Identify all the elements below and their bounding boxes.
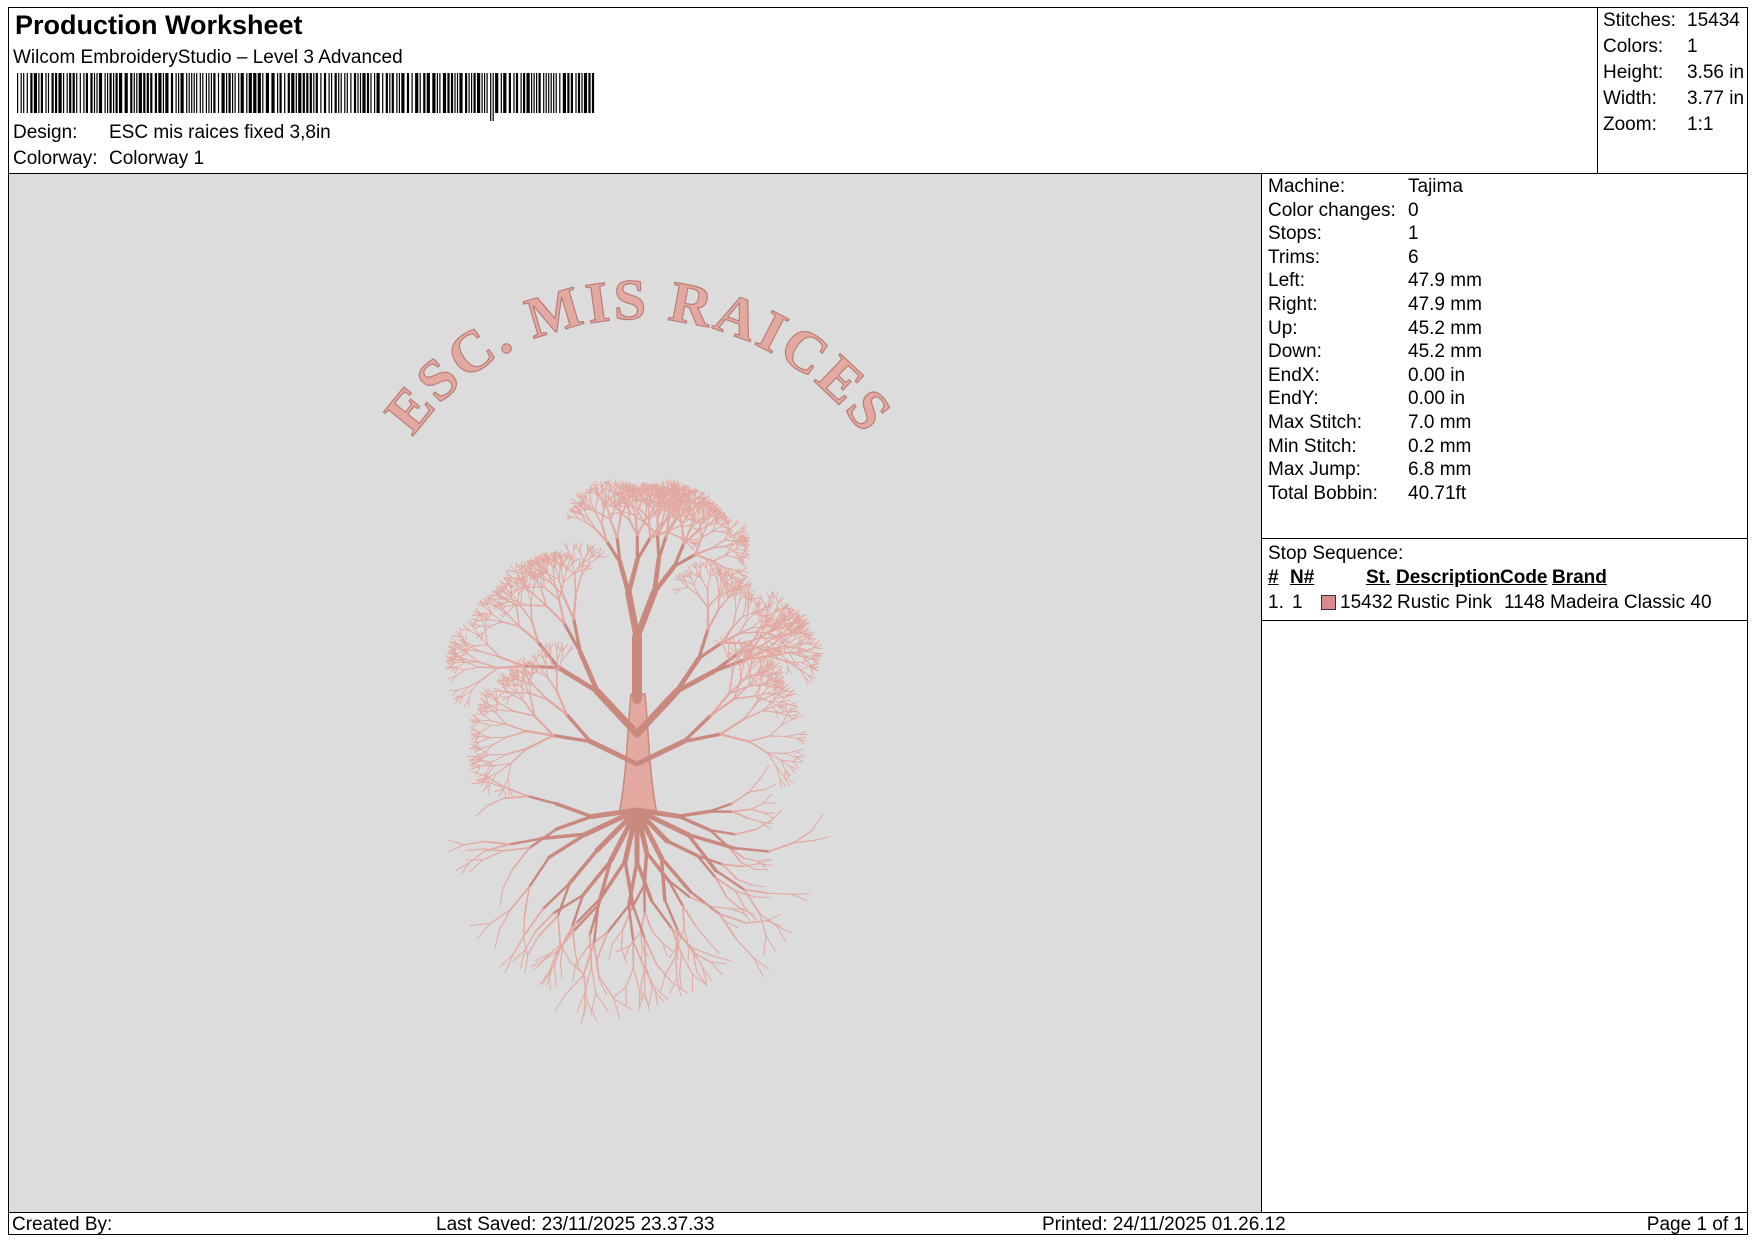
info-value: 7.0 mm — [1408, 412, 1472, 433]
col-stitches: St. — [1366, 567, 1391, 588]
machine-info-row: Right: 47.9 mm — [1268, 294, 1482, 316]
row-stitches: 15432 — [1340, 592, 1393, 613]
machine-info-row: Down: 45.2 mm — [1268, 341, 1482, 363]
design-arc-text: ESC. MIS RAICES — [372, 267, 906, 445]
machine-info-row: Machine: Tajima — [1268, 176, 1463, 198]
tree-of-life-icon — [444, 478, 831, 1025]
row-code: 1148 — [1504, 592, 1545, 613]
machine-info-row: Trims: 6 — [1268, 246, 1419, 269]
worksheet-footer: Created By: Last Saved: 23/11/2025 23.37… — [9, 1212, 1747, 1235]
machine-info-row: Color changes: 0 — [1268, 199, 1419, 222]
row-needle: 1 — [1292, 592, 1303, 613]
page-title: Production Worksheet — [15, 10, 303, 40]
info-label: EndY: — [1268, 388, 1319, 410]
machine-info-row: Total Bobbin: 40.71ft — [1268, 482, 1466, 505]
summary-stitches: Stitches: 15434 — [1603, 10, 1740, 31]
info-label: Up: — [1268, 317, 1298, 339]
colorway-label: Colorway: — [13, 148, 98, 169]
machine-info-row: Up: 45.2 mm — [1268, 317, 1482, 340]
info-label: Min Stitch: — [1268, 435, 1357, 457]
machine-info-row: Max Jump: 6.8 mm — [1268, 459, 1471, 481]
created-by: Created By: — [12, 1214, 113, 1235]
machine-info-row: EndY: 0.00 in — [1268, 388, 1465, 410]
info-label: Down: — [1268, 341, 1322, 363]
summary-zoom: Zoom: 1:1 — [1603, 114, 1714, 135]
col-brand: Brand — [1552, 567, 1607, 588]
printed-date: Printed: 24/11/2025 01.26.12 — [1042, 1214, 1286, 1235]
info-label: Machine: — [1268, 176, 1346, 197]
summary-colors: Colors: 1 — [1603, 36, 1698, 57]
last-saved: Last Saved: 23/11/2025 23.37.33 — [436, 1214, 715, 1235]
divider — [1262, 620, 1748, 621]
divider — [1262, 538, 1748, 539]
stop-sequence-title: Stop Sequence: — [1268, 543, 1404, 564]
info-label: EndX: — [1268, 364, 1320, 386]
info-label: Color changes: — [1268, 199, 1396, 221]
col-num: # — [1268, 567, 1279, 588]
info-value: 0.00 in — [1408, 388, 1466, 410]
info-value: 47.9 mm — [1408, 270, 1482, 292]
info-label: Max Jump: — [1268, 459, 1361, 481]
info-label: Left: — [1268, 270, 1305, 292]
info-label: Stops: — [1268, 223, 1322, 245]
info-value: 47.9 mm — [1408, 294, 1482, 315]
summary-width: Width: 3.77 in — [1603, 88, 1745, 109]
software-name: Wilcom EmbroideryStudio – Level 3 Advanc… — [13, 47, 403, 68]
col-needle: N# — [1290, 567, 1315, 588]
design-value: ESC mis raices fixed 3,8in — [109, 122, 331, 143]
design-preview: ESC. MIS RAICES — [9, 174, 1262, 1212]
design-row: Design: ESC mis raices fixed 3,8in — [13, 122, 331, 144]
worksheet-header: Production Worksheet Wilcom EmbroiderySt… — [9, 8, 1597, 174]
row-num: 1. — [1268, 592, 1284, 613]
row-description: Rustic Pink — [1397, 592, 1493, 613]
info-value: 0.00 in — [1408, 364, 1466, 386]
info-value: 40.71ft — [1408, 482, 1467, 504]
info-value: 6.8 mm — [1408, 459, 1472, 481]
machine-info-row: Max Stitch: 7.0 mm — [1268, 412, 1471, 434]
summary-height: Height: 3.56 in — [1603, 62, 1745, 83]
info-value: 1 — [1408, 223, 1419, 245]
embroidery-design: ESC. MIS RAICES — [371, 266, 906, 1025]
barcode-image — [17, 73, 595, 121]
info-value: 45.2 mm — [1408, 341, 1482, 363]
colorway-value: Colorway 1 — [109, 148, 205, 169]
production-worksheet: Production Worksheet Wilcom EmbroiderySt… — [8, 7, 1748, 1235]
colorway-row: Colorway: Colorway 1 — [13, 148, 204, 170]
info-label: Right: — [1268, 294, 1318, 315]
info-label: Total Bobbin: — [1268, 482, 1378, 504]
machine-info-row: Stops: 1 — [1268, 223, 1419, 245]
info-label: Trims: — [1268, 246, 1321, 268]
info-label: Max Stitch: — [1268, 412, 1362, 433]
design-summary: Stitches: 15434 Colors: 1 Height: 3.56 in W… — [1597, 8, 1748, 174]
info-value: 6 — [1408, 246, 1419, 268]
col-code: Code — [1500, 567, 1548, 588]
info-value: 45.2 mm — [1408, 317, 1482, 339]
info-value: 0.2 mm — [1408, 435, 1472, 457]
thread-color-swatch — [1321, 595, 1336, 610]
design-label: Design: — [13, 122, 78, 143]
machine-info-panel: Machine: Tajima Color changes: 0 Stops: 1 Trim… — [1262, 174, 1748, 1212]
info-value: 0 — [1408, 199, 1419, 221]
machine-info-row: Left: 47.9 mm — [1268, 270, 1482, 292]
info-value: Tajima — [1408, 176, 1463, 197]
col-description: Description — [1396, 567, 1501, 588]
machine-info-row: EndX: 0.00 in — [1268, 364, 1465, 387]
machine-info-row: Min Stitch: 0.2 mm — [1268, 435, 1471, 458]
page-number: Page 1 of 1 — [1646, 1214, 1744, 1235]
row-brand: Madeira Classic 40 — [1550, 592, 1712, 613]
